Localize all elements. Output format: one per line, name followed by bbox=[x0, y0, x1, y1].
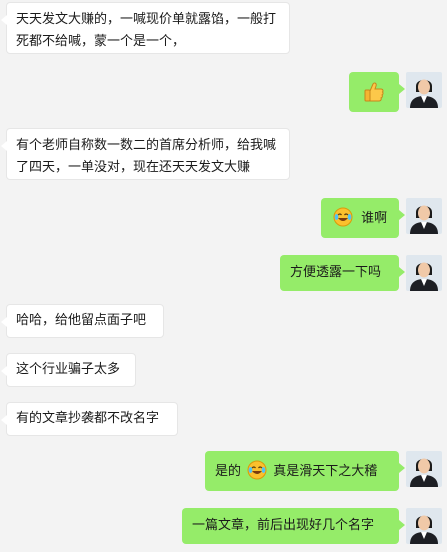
message-text: 天天发文大赚的，一喊现价单就露馅，一般打死都不给喊，蒙一个是一个， bbox=[16, 12, 277, 49]
message-text: 谁啊 bbox=[361, 211, 388, 226]
message-bubble-outgoing: 一篇文章，前后出现好几个名字 bbox=[182, 508, 405, 544]
avatar[interactable] bbox=[406, 72, 442, 108]
message-bubble-outgoing: 方便透露一下吗 bbox=[280, 255, 405, 291]
message-text: 是的 bbox=[215, 464, 242, 479]
message-text: 一篇文章，前后出现好几个名字 bbox=[192, 518, 375, 533]
laughing-crying-icon bbox=[247, 460, 267, 480]
message-text: 真是滑天下之大稽 bbox=[273, 464, 378, 479]
message-text: 哈哈，给他留点面子吧 bbox=[16, 313, 147, 328]
laughing-crying-icon bbox=[333, 207, 353, 227]
message-bubble-incoming: 有个老师自称数一数二的首席分析师，给我喊了四天，一单没对，现在还天天发文大赚 bbox=[1, 128, 290, 180]
message-bubble-incoming: 有的文章抄袭都不改名字 bbox=[1, 402, 178, 436]
thumbs-up-icon bbox=[362, 80, 386, 104]
avatar[interactable] bbox=[406, 451, 442, 487]
avatar[interactable] bbox=[406, 198, 442, 234]
message-bubble-outgoing: 是的 真是滑天下之大稽 bbox=[205, 451, 405, 491]
message-bubble-outgoing: 谁啊 bbox=[321, 198, 405, 238]
message-bubble-incoming: 这个行业骗子太多 bbox=[1, 353, 136, 387]
message-bubble-incoming: 天天发文大赚的，一喊现价单就露馅，一般打死都不给喊，蒙一个是一个， bbox=[1, 2, 290, 54]
message-text: 有个老师自称数一数二的首席分析师，给我喊了四天，一单没对，现在还天天发文大赚 bbox=[16, 138, 277, 175]
message-text: 方便透露一下吗 bbox=[290, 265, 382, 280]
avatar[interactable] bbox=[406, 255, 442, 291]
message-bubble-incoming: 哈哈，给他留点面子吧 bbox=[1, 304, 164, 338]
avatar[interactable] bbox=[406, 508, 442, 544]
message-text: 这个行业骗子太多 bbox=[16, 362, 121, 377]
message-text: 有的文章抄袭都不改名字 bbox=[16, 411, 160, 426]
message-bubble-outgoing bbox=[349, 72, 405, 112]
